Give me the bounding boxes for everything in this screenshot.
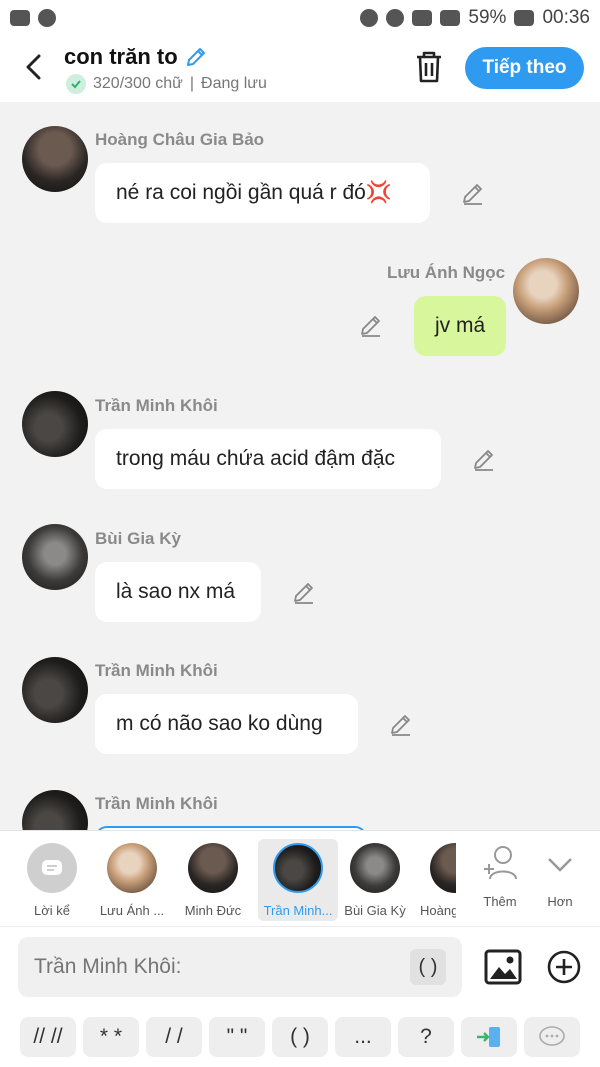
wifi-icon [412,10,433,26]
message-bubble[interactable]: né ra coi ngồi gần quá r đó💢 [95,163,430,223]
word-count: 320/300 chữ [93,75,183,92]
message-bubble[interactable]: trong máu chứa acid đậm đặc [95,429,441,489]
sender-name: Lưu Ánh Ngọc [387,263,506,282]
save-status: Đang lưu [201,75,267,92]
plus-circle-icon[interactable] [546,949,582,985]
check-icon [66,74,86,94]
device-arrow-icon [477,1026,500,1047]
speaker-bui-gia-ky[interactable]: Bùi Gia Kỳ [335,839,415,921]
paren-insert-button[interactable]: ( ) [410,949,446,985]
story-title[interactable]: con trăn to [64,44,208,70]
alarm-icon [386,9,405,27]
trash-icon[interactable] [414,50,444,84]
chevron-down-icon [548,858,572,872]
separator: | [189,75,195,92]
edit-message-icon[interactable] [460,180,486,206]
back-button[interactable] [18,50,48,84]
avatar[interactable] [22,657,88,723]
avatar[interactable] [22,524,88,590]
speaker-hoang[interactable]: Hoàng [410,839,456,921]
title-text: con trăn to [64,44,178,69]
speaker-label: Lưu Ánh ... [99,903,165,918]
avatar[interactable] [513,258,579,324]
speaker-narration[interactable]: Lời kể [12,839,92,921]
header: con trăn to 320/300 chữ | Đang lưu Tiếp … [0,36,600,102]
edit-title-icon[interactable] [184,45,208,69]
image-icon[interactable] [484,949,522,985]
add-person-icon [484,846,517,880]
avatar [430,843,456,893]
chat-bubble-icon [27,843,77,893]
chat-bubble-icon [539,1025,565,1046]
message-bubble[interactable]: m có não sao ko dùng [95,694,358,754]
speaker-luu-anh-ngoc[interactable]: Lưu Ánh ... [92,839,172,921]
signal-icon [440,10,461,26]
switch-device-button[interactable] [461,1016,517,1057]
battery-icon [514,10,535,26]
speaker-tran-minh-khoi[interactable]: Trần Minh... [258,839,338,921]
sender-name: Trần Minh Khôi [95,661,218,680]
speaker-minh-duc[interactable]: Minh Đức [173,839,253,921]
chat-options-button[interactable] [524,1016,580,1057]
avatar [273,843,323,893]
message-bubble[interactable]: là sao nx má [95,562,261,622]
symbol-bar: // // * * / / " " ( ) ... ? [0,1006,600,1067]
speaker-label: Minh Đức [184,903,242,918]
symbol-slashes[interactable]: / / [146,1016,202,1057]
clock: 00:36 [542,7,590,28]
status-bar: 59% 00:36 [0,0,600,36]
avatar [350,843,400,893]
youtube-icon [10,10,30,26]
speaker-label: Trần Minh... [263,903,333,918]
speaker-label: Hơn [547,894,573,909]
battery-percent: 59% [468,7,507,28]
speaker-label: Hoàng [420,903,456,918]
edit-message-icon[interactable] [291,579,317,605]
status-line: 320/300 chữ | Đang lưu [66,74,267,94]
symbol-asterisks[interactable]: * * [83,1016,139,1057]
message-bubble[interactable]: jv má [414,296,506,356]
symbol-parens[interactable]: ( ) [272,1016,328,1057]
avatar[interactable] [22,391,88,457]
recycle-icon [360,9,379,27]
edit-message-icon[interactable] [471,446,497,472]
speaker-label: Bùi Gia Kỳ [344,903,406,918]
speaker-label: Lời kể [34,903,70,918]
next-button[interactable]: Tiếp theo [465,47,584,89]
avatar [107,843,157,893]
symbol-ellipsis[interactable]: ... [335,1016,391,1057]
sender-name: Trần Minh Khôi [95,794,218,813]
chevron-left-icon [26,54,41,80]
avatar [188,843,238,893]
speaker-selector: Lời kể Lưu Ánh ... Minh Đức Trần Minh...… [0,830,600,926]
more-speakers-button[interactable]: Hơn [522,839,598,921]
symbol-double-slash[interactable]: // // [20,1016,76,1057]
edit-message-icon[interactable] [358,312,384,338]
symbol-quotes[interactable]: " " [209,1016,265,1057]
sender-name: Hoàng Châu Gia Bảo [95,130,265,149]
composer: ( ) [0,926,600,1006]
sender-name: Trần Minh Khôi [95,396,218,415]
avatar[interactable] [22,126,88,192]
edit-message-icon[interactable] [388,711,414,737]
globe-icon [38,9,56,27]
symbol-question[interactable]: ? [398,1016,454,1057]
message-input[interactable] [18,937,462,997]
sender-name: Bùi Gia Kỳ [95,529,181,548]
